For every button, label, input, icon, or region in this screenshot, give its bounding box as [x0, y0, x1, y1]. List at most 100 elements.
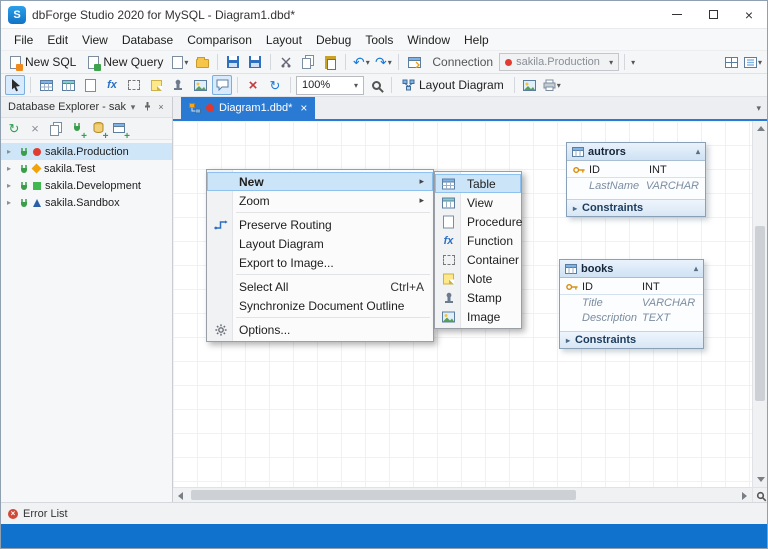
submenu-item-table[interactable]: Table	[435, 174, 521, 193]
pointer-tool-button[interactable]	[5, 75, 25, 95]
entity-autrors[interactable]: autrors ▴ ID INT LastName VARCHAR	[566, 142, 706, 217]
pin-icon[interactable]	[140, 101, 154, 113]
save-all-button[interactable]	[245, 52, 265, 72]
menu-help[interactable]: Help	[457, 31, 496, 49]
export-image-button[interactable]	[520, 75, 540, 95]
duplicate-button[interactable]	[47, 120, 65, 138]
zoom-corner-button[interactable]	[752, 487, 767, 502]
expand-caret-icon[interactable]: ▸	[7, 181, 15, 190]
constraints-section[interactable]: ▸ Constraints	[567, 199, 705, 216]
cut-button[interactable]	[276, 52, 296, 72]
new-document-button[interactable]: ▾	[170, 52, 190, 72]
expand-caret-icon[interactable]: ▸	[566, 336, 570, 345]
tree-item-sakila-test[interactable]: ▸ sakila.Test	[1, 160, 172, 177]
expand-caret-icon[interactable]: ▸	[7, 147, 15, 156]
show-comments-button[interactable]	[212, 75, 232, 95]
expand-caret-icon[interactable]: ▸	[573, 204, 577, 213]
new-function-tool-button[interactable]: fx	[102, 75, 122, 95]
submenu-item-function[interactable]: fx Function	[435, 231, 521, 250]
submenu-item-image[interactable]: Image	[435, 307, 521, 326]
window-layout-button[interactable]	[721, 52, 741, 72]
connection-combobox[interactable]: sakila.Production ▾	[499, 53, 619, 71]
constraints-section[interactable]: ▸ Constraints	[560, 331, 703, 348]
generate-script-button[interactable]	[404, 52, 424, 72]
menu-comparison[interactable]: Comparison	[180, 31, 259, 49]
context-menu-item-new[interactable]: New ▸	[207, 172, 433, 191]
stop-button[interactable]: ×	[26, 120, 44, 138]
new-connection-button[interactable]	[68, 120, 86, 138]
menu-view[interactable]: View	[75, 31, 115, 49]
redo-button[interactable]: ↷▾	[373, 52, 393, 72]
collapse-icon[interactable]: ▴	[696, 147, 700, 156]
column-row[interactable]: ID INT	[567, 163, 705, 178]
context-menu-item-zoom[interactable]: Zoom ▸	[207, 191, 433, 210]
new-image-tool-button[interactable]	[190, 75, 210, 95]
collapse-icon[interactable]: ▴	[694, 264, 698, 273]
scroll-down-button[interactable]	[753, 472, 768, 487]
minimize-button[interactable]	[659, 1, 695, 28]
new-container-tool-button[interactable]	[124, 75, 144, 95]
new-stamp-tool-button[interactable]	[168, 75, 188, 95]
menu-tools[interactable]: Tools	[358, 31, 400, 49]
paste-button[interactable]	[320, 52, 340, 72]
context-menu-item-preserve-routing[interactable]: Preserve Routing	[207, 215, 433, 234]
expand-caret-icon[interactable]: ▸	[7, 198, 15, 207]
vertical-scrollbar[interactable]	[752, 121, 767, 487]
open-file-button[interactable]	[192, 52, 212, 72]
chevron-down-icon[interactable]: ▾	[126, 102, 140, 113]
column-row[interactable]: Title VARCHAR	[560, 295, 703, 310]
menu-layout[interactable]: Layout	[259, 31, 309, 49]
undo-button[interactable]: ↶▾	[351, 52, 371, 72]
submenu-item-container[interactable]: Container	[435, 250, 521, 269]
expand-caret-icon[interactable]: ▸	[7, 164, 15, 173]
new-database-button[interactable]	[89, 120, 107, 138]
context-menu-item-synchronize-document-outline[interactable]: Synchronize Document Outline	[207, 296, 433, 315]
column-row[interactable]: ID INT	[560, 280, 703, 295]
tab-list-chevron-icon[interactable]: ▾	[756, 103, 761, 114]
entity-header[interactable]: books ▴	[560, 260, 703, 278]
menu-window[interactable]: Window	[400, 31, 457, 49]
close-panel-icon[interactable]: ×	[154, 102, 168, 112]
tab-close-icon[interactable]: ×	[300, 102, 307, 114]
vertical-scroll-thumb[interactable]	[755, 226, 765, 401]
new-query-button[interactable]: New Query	[83, 52, 168, 72]
layout-diagram-button[interactable]: Layout Diagram	[397, 75, 509, 95]
tree-item-sakila-development[interactable]: ▸ sakila.Development	[1, 177, 172, 194]
new-note-tool-button[interactable]	[146, 75, 166, 95]
horizontal-scrollbar[interactable]	[173, 487, 752, 502]
column-row[interactable]: LastName VARCHAR	[567, 178, 705, 193]
context-menu-item-select-all[interactable]: Select All Ctrl+A	[207, 277, 433, 296]
new-sql-button[interactable]: New SQL	[5, 52, 81, 72]
refresh-button[interactable]: ↻	[5, 120, 23, 138]
scroll-right-button[interactable]	[737, 488, 752, 503]
scroll-up-button[interactable]	[753, 121, 768, 136]
entity-header[interactable]: autrors ▴	[567, 143, 705, 161]
new-table-button[interactable]	[110, 120, 128, 138]
tab-diagram1[interactable]: Diagram1.dbd* ×	[181, 97, 315, 119]
submenu-item-procedure[interactable]: Procedure	[435, 212, 521, 231]
scroll-left-button[interactable]	[173, 488, 188, 503]
new-table-tool-button[interactable]	[36, 75, 56, 95]
submenu-item-note[interactable]: Note	[435, 269, 521, 288]
maximize-button[interactable]	[695, 1, 731, 28]
submenu-item-view[interactable]: View	[435, 193, 521, 212]
close-button[interactable]: ×	[731, 1, 767, 28]
tree-item-sakila-sandbox[interactable]: ▸ sakila.Sandbox	[1, 194, 172, 211]
new-view-tool-button[interactable]	[58, 75, 78, 95]
toolbar-overflow-icon[interactable]: ▾	[631, 58, 635, 67]
submenu-item-stamp[interactable]: Stamp	[435, 288, 521, 307]
view-options-button[interactable]: ▾	[743, 52, 763, 72]
copy-button[interactable]	[298, 52, 318, 72]
column-row[interactable]: Description TEXT	[560, 310, 703, 325]
menu-debug[interactable]: Debug	[309, 31, 358, 49]
menu-edit[interactable]: Edit	[40, 31, 75, 49]
tree-item-sakila-production[interactable]: ▸ sakila.Production	[1, 143, 172, 160]
context-menu-item-export-to-image[interactable]: Export to Image...	[207, 253, 433, 272]
zoom-combobox[interactable]: 100% ▾	[296, 76, 364, 95]
error-list-bar[interactable]: × Error List	[1, 502, 767, 524]
context-menu-item-options[interactable]: Options...	[207, 320, 433, 339]
print-button[interactable]: ▾	[542, 75, 562, 95]
new-procedure-tool-button[interactable]	[80, 75, 100, 95]
context-menu-item-layout-diagram[interactable]: Layout Diagram	[207, 234, 433, 253]
zoom-tool-button[interactable]	[366, 75, 386, 95]
